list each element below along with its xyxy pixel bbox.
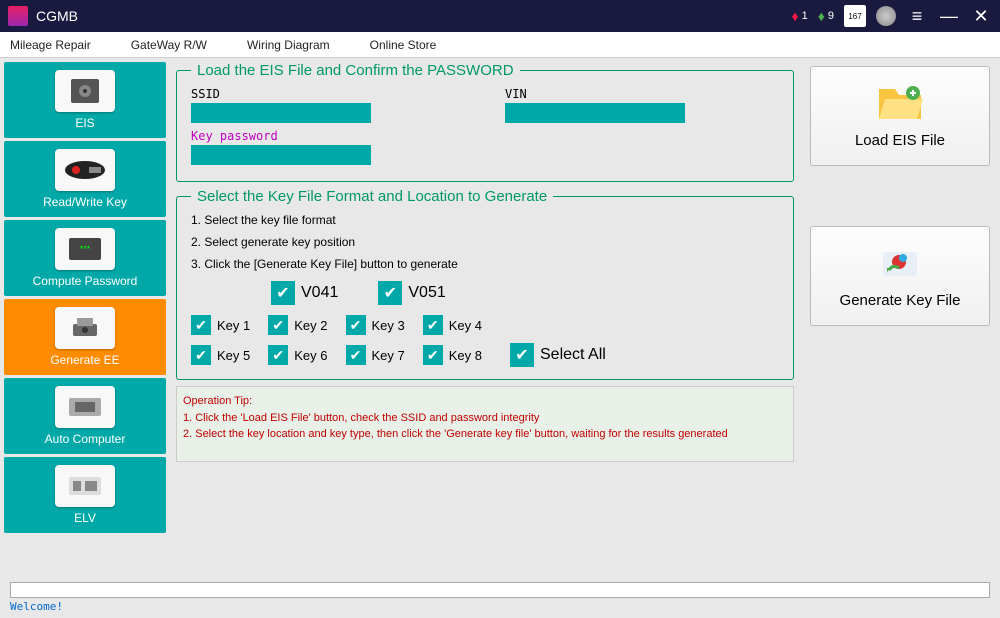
close-icon[interactable]: ✕ [970, 6, 992, 27]
checkbox-v041[interactable]: ✔V041 [271, 281, 338, 305]
password-icon: *** [55, 228, 115, 270]
sidebar-item-eis[interactable]: EIS [4, 62, 166, 138]
progress-bar [10, 582, 990, 598]
menu-gateway[interactable]: GateWay R/W [131, 38, 207, 52]
check-icon: ✔ [268, 345, 288, 365]
vin-input[interactable] [505, 103, 685, 123]
vin-label: VIN [505, 87, 779, 101]
load-eis-button[interactable]: Load EIS File [810, 66, 990, 166]
check-icon: ✔ [268, 315, 288, 335]
checkbox-key3[interactable]: ✔Key 3 [346, 315, 405, 335]
checkbox-v051[interactable]: ✔V051 [378, 281, 445, 305]
key-icon [55, 149, 115, 191]
check-icon: ✔ [423, 345, 443, 365]
sidebar-item-compute[interactable]: *** Compute Password [4, 220, 166, 296]
tip-title: Operation Tip: [183, 393, 787, 410]
ssid-label: SSID [191, 87, 465, 101]
check-icon: ✔ [346, 315, 366, 335]
content-area: Load the EIS File and Confirm the PASSWO… [170, 58, 800, 582]
stat-green: ♦9 [818, 8, 834, 24]
sidebar-item-label: ELV [74, 511, 96, 525]
menu-icon[interactable]: ≡ [906, 6, 928, 27]
sidebar-item-label: Compute Password [33, 274, 138, 288]
sidebar-item-elv[interactable]: ELV [4, 457, 166, 533]
generate-key-button[interactable]: Generate Key File [810, 226, 990, 326]
stat-red: ♦1 [791, 8, 807, 24]
sidebar-item-label: Generate EE [50, 353, 119, 367]
printer-icon [55, 307, 115, 349]
sidebar-item-label: Read/Write Key [43, 195, 127, 209]
sidebar-item-autocomp[interactable]: Auto Computer [4, 378, 166, 454]
sidebar-item-label: EIS [75, 116, 94, 130]
globe-icon[interactable] [876, 6, 896, 26]
svg-text:***: *** [80, 244, 91, 254]
step-3: 3. Click the [Generate Key File] button … [191, 257, 779, 271]
right-panel: Load EIS File Generate Key File [800, 58, 1000, 582]
load-fieldset: Load the EIS File and Confirm the PASSWO… [176, 62, 794, 182]
checkbox-select-all[interactable]: ✔Select All [510, 343, 606, 367]
checkbox-key7[interactable]: ✔Key 7 [346, 343, 405, 367]
app-icon [8, 6, 28, 26]
status-text: Welcome! [0, 598, 1000, 615]
tip-line1: 1. Click the 'Load EIS File' button, che… [183, 410, 787, 427]
checkbox-key2[interactable]: ✔Key 2 [268, 315, 327, 335]
diamond-red-icon: ♦ [791, 8, 798, 24]
checkbox-key1[interactable]: ✔Key 1 [191, 315, 250, 335]
check-icon: ✔ [271, 281, 295, 305]
sidebar-item-readwrite[interactable]: Read/Write Key [4, 141, 166, 217]
load-legend: Load the EIS File and Confirm the PASSWO… [191, 62, 520, 79]
footer: Welcome! [0, 582, 1000, 618]
app-title: CGMB [36, 8, 791, 24]
ssid-input[interactable] [191, 103, 371, 123]
step-2: 2. Select generate key position [191, 235, 779, 249]
minimize-icon[interactable]: — [938, 6, 960, 27]
check-icon: ✔ [423, 315, 443, 335]
keypwd-input[interactable] [191, 145, 371, 165]
title-bar: CGMB ♦1 ♦9 167 ≡ — ✕ [0, 0, 1000, 32]
menu-bar: Mileage Repair GateWay R/W Wiring Diagra… [0, 32, 1000, 58]
safe-icon [55, 70, 115, 112]
menu-mileage[interactable]: Mileage Repair [10, 38, 91, 52]
header-stats: ♦1 ♦9 167 ≡ — ✕ [791, 5, 992, 27]
checkbox-key6[interactable]: ✔Key 6 [268, 343, 327, 367]
menu-store[interactable]: Online Store [370, 38, 437, 52]
sidebar: EIS Read/Write Key *** Compute Password … [0, 58, 170, 582]
sidebar-item-label: Auto Computer [45, 432, 126, 446]
operation-tip: Operation Tip: 1. Click the 'Load EIS Fi… [176, 386, 794, 462]
select-fieldset: Select the Key File Format and Location … [176, 188, 794, 380]
folder-plus-icon [876, 84, 924, 124]
generate-button-label: Generate Key File [840, 292, 961, 309]
keypwd-label: Key password [191, 129, 465, 143]
check-icon: ✔ [191, 315, 211, 335]
step-1: 1. Select the key file format [191, 213, 779, 227]
check-icon: ✔ [510, 343, 534, 367]
check-icon: ✔ [346, 345, 366, 365]
checkbox-key4[interactable]: ✔Key 4 [423, 315, 482, 335]
sidebar-item-generate[interactable]: Generate EE [4, 299, 166, 375]
checkbox-key8[interactable]: ✔Key 8 [423, 343, 482, 367]
check-icon: ✔ [191, 345, 211, 365]
generate-icon [876, 244, 924, 284]
tip-line2: 2. Select the key location and key type,… [183, 426, 787, 443]
green-count: 9 [828, 10, 834, 22]
calendar-badge[interactable]: 167 [844, 5, 866, 27]
red-count: 1 [802, 10, 808, 22]
diamond-green-icon: ♦ [818, 8, 825, 24]
select-legend: Select the Key File Format and Location … [191, 188, 553, 205]
load-button-label: Load EIS File [855, 132, 945, 149]
circuit-icon [55, 465, 115, 507]
check-icon: ✔ [378, 281, 402, 305]
checkbox-key5[interactable]: ✔Key 5 [191, 343, 250, 367]
ecu-icon [55, 386, 115, 428]
menu-wiring[interactable]: Wiring Diagram [247, 38, 330, 52]
